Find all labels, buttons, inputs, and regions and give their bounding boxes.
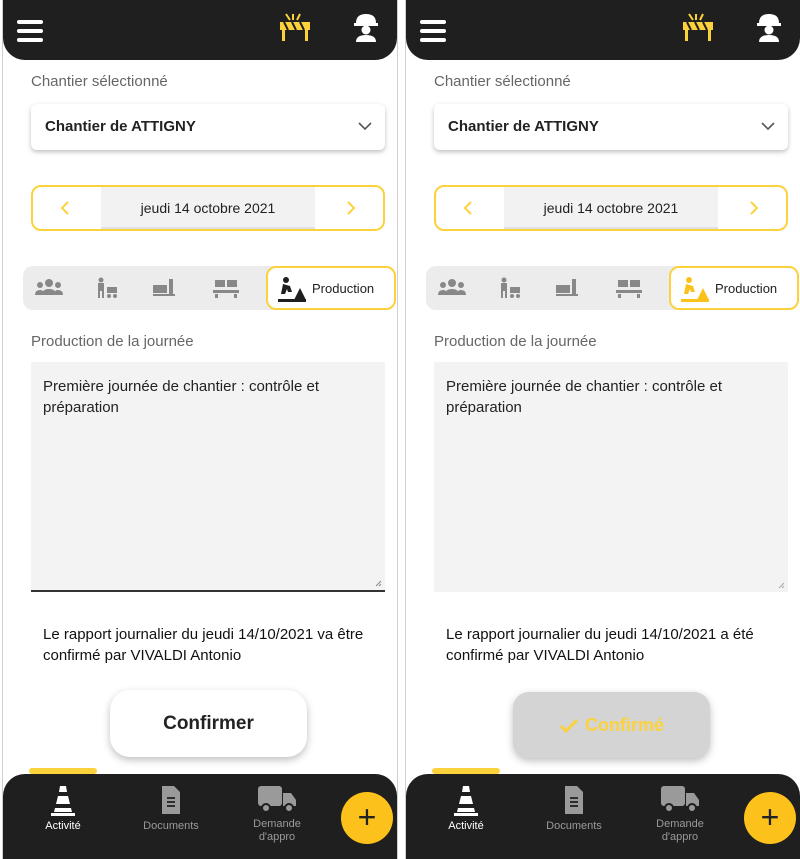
- report-status-text: Le rapport journalier du jeudi 14/10/202…: [446, 626, 754, 664]
- menu-icon[interactable]: [420, 20, 446, 42]
- report-status-text: Le rapport journalier du jeudi 14/10/202…: [43, 626, 364, 664]
- traffic-cone-icon: [454, 786, 478, 816]
- team-icon: [35, 279, 63, 295]
- site-select-value: Chantier de ATTIGNY: [45, 118, 196, 135]
- tab-materials[interactable]: [213, 266, 243, 310]
- nav-activite[interactable]: Activité: [23, 784, 103, 833]
- materials-icon: [616, 280, 642, 298]
- chevron-right-icon[interactable]: [341, 199, 359, 217]
- site-select[interactable]: Chantier de ATTIGNY: [434, 104, 788, 150]
- top-app-bar: [3, 0, 397, 60]
- production-label: Production de la journée: [31, 333, 194, 350]
- active-nav-indicator: [432, 768, 500, 774]
- confirmed-label: Confirmé: [584, 715, 664, 735]
- worker-helmet-icon[interactable]: [756, 12, 782, 42]
- resize-grip-icon[interactable]: [375, 580, 382, 587]
- confirmed-button: Confirmé: [513, 692, 710, 758]
- tab-workers[interactable]: [498, 266, 528, 310]
- active-nav-indicator: [29, 768, 97, 774]
- traffic-cone-icon: [51, 786, 75, 816]
- worker-helmet-icon[interactable]: [353, 12, 379, 42]
- confirm-button[interactable]: Confirmer: [110, 690, 307, 757]
- pallet-truck-icon: [556, 279, 578, 296]
- app-screen-before-confirm: Chantier sélectionné Chantier de ATTIGNY…: [2, 0, 398, 859]
- nav-demande-appro[interactable]: Demande d'appro: [237, 784, 317, 844]
- materials-icon: [213, 280, 239, 298]
- team-icon: [438, 279, 466, 295]
- nav-demande-appro[interactable]: Demande d'appro: [640, 784, 720, 844]
- nav-demande-label: Demande d'appro: [253, 818, 301, 843]
- menu-icon[interactable]: [17, 20, 43, 42]
- date-display[interactable]: jeudi 14 octobre 2021: [101, 187, 315, 229]
- tab-production[interactable]: Production: [669, 266, 799, 310]
- chevron-down-icon: [761, 122, 775, 131]
- date-display[interactable]: jeudi 14 octobre 2021: [504, 187, 718, 229]
- nav-activite-label: Activité: [45, 820, 81, 832]
- nav-activite-label: Activité: [448, 820, 484, 832]
- date-navigator: jeudi 14 octobre 2021: [31, 185, 385, 231]
- report-tabs: Production: [23, 266, 396, 310]
- top-app-bar: [406, 0, 800, 60]
- nav-demande-label: Demande d'appro: [656, 818, 704, 843]
- chevron-down-icon: [358, 122, 372, 131]
- site-select[interactable]: Chantier de ATTIGNY: [31, 104, 385, 150]
- delivery-truck-icon: [258, 786, 296, 813]
- site-label: Chantier sélectionné: [31, 73, 168, 90]
- construction-barrier-icon[interactable]: [681, 12, 715, 42]
- report-tabs: Production: [426, 266, 799, 310]
- site-select-value: Chantier de ATTIGNY: [448, 118, 599, 135]
- tab-team[interactable]: [438, 266, 468, 310]
- chevron-left-icon[interactable]: [57, 199, 75, 217]
- document-icon: [162, 786, 180, 814]
- pallet-truck-icon: [153, 279, 175, 296]
- production-label: Production de la journée: [434, 333, 597, 350]
- road-work-icon: [681, 277, 709, 302]
- tab-materials[interactable]: [616, 266, 646, 310]
- site-label: Chantier sélectionné: [434, 73, 571, 90]
- tab-equipment[interactable]: [151, 266, 181, 310]
- date-navigator: jeudi 14 octobre 2021: [434, 185, 788, 231]
- document-icon: [565, 786, 583, 814]
- road-work-icon: [278, 277, 306, 302]
- check-icon: [559, 718, 579, 734]
- bottom-navigation: Activité Documents Demande d'appro +: [3, 768, 397, 859]
- construction-barrier-icon[interactable]: [278, 12, 312, 42]
- add-button[interactable]: +: [744, 792, 796, 844]
- tab-equipment[interactable]: [554, 266, 584, 310]
- nav-documents[interactable]: Documents: [131, 784, 211, 833]
- worker-cart-icon: [98, 277, 117, 298]
- production-textarea[interactable]: Première journée de chantier : contrôle …: [31, 362, 385, 592]
- tab-production-label: Production: [715, 281, 778, 296]
- production-text: Première journée de chantier : contrôle …: [446, 378, 722, 416]
- production-textarea: Première journée de chantier : contrôle …: [434, 362, 788, 592]
- tab-production[interactable]: Production: [266, 266, 396, 310]
- resize-grip-icon: [778, 582, 785, 589]
- bottom-navigation: Activité Documents Demande d'appro +: [406, 768, 800, 859]
- chevron-left-icon[interactable]: [460, 199, 478, 217]
- add-button[interactable]: +: [341, 792, 393, 844]
- tab-workers[interactable]: [95, 266, 125, 310]
- app-screen-after-confirm: Chantier sélectionné Chantier de ATTIGNY…: [405, 0, 800, 859]
- worker-cart-icon: [501, 277, 520, 298]
- nav-documents-label: Documents: [546, 820, 602, 832]
- nav-documents[interactable]: Documents: [534, 784, 614, 833]
- tab-production-label: Production: [312, 281, 375, 296]
- chevron-right-icon[interactable]: [744, 199, 762, 217]
- nav-documents-label: Documents: [143, 820, 199, 832]
- nav-activite[interactable]: Activité: [426, 784, 506, 833]
- tab-team[interactable]: [35, 266, 65, 310]
- delivery-truck-icon: [661, 786, 699, 813]
- production-text: Première journée de chantier : contrôle …: [43, 378, 319, 416]
